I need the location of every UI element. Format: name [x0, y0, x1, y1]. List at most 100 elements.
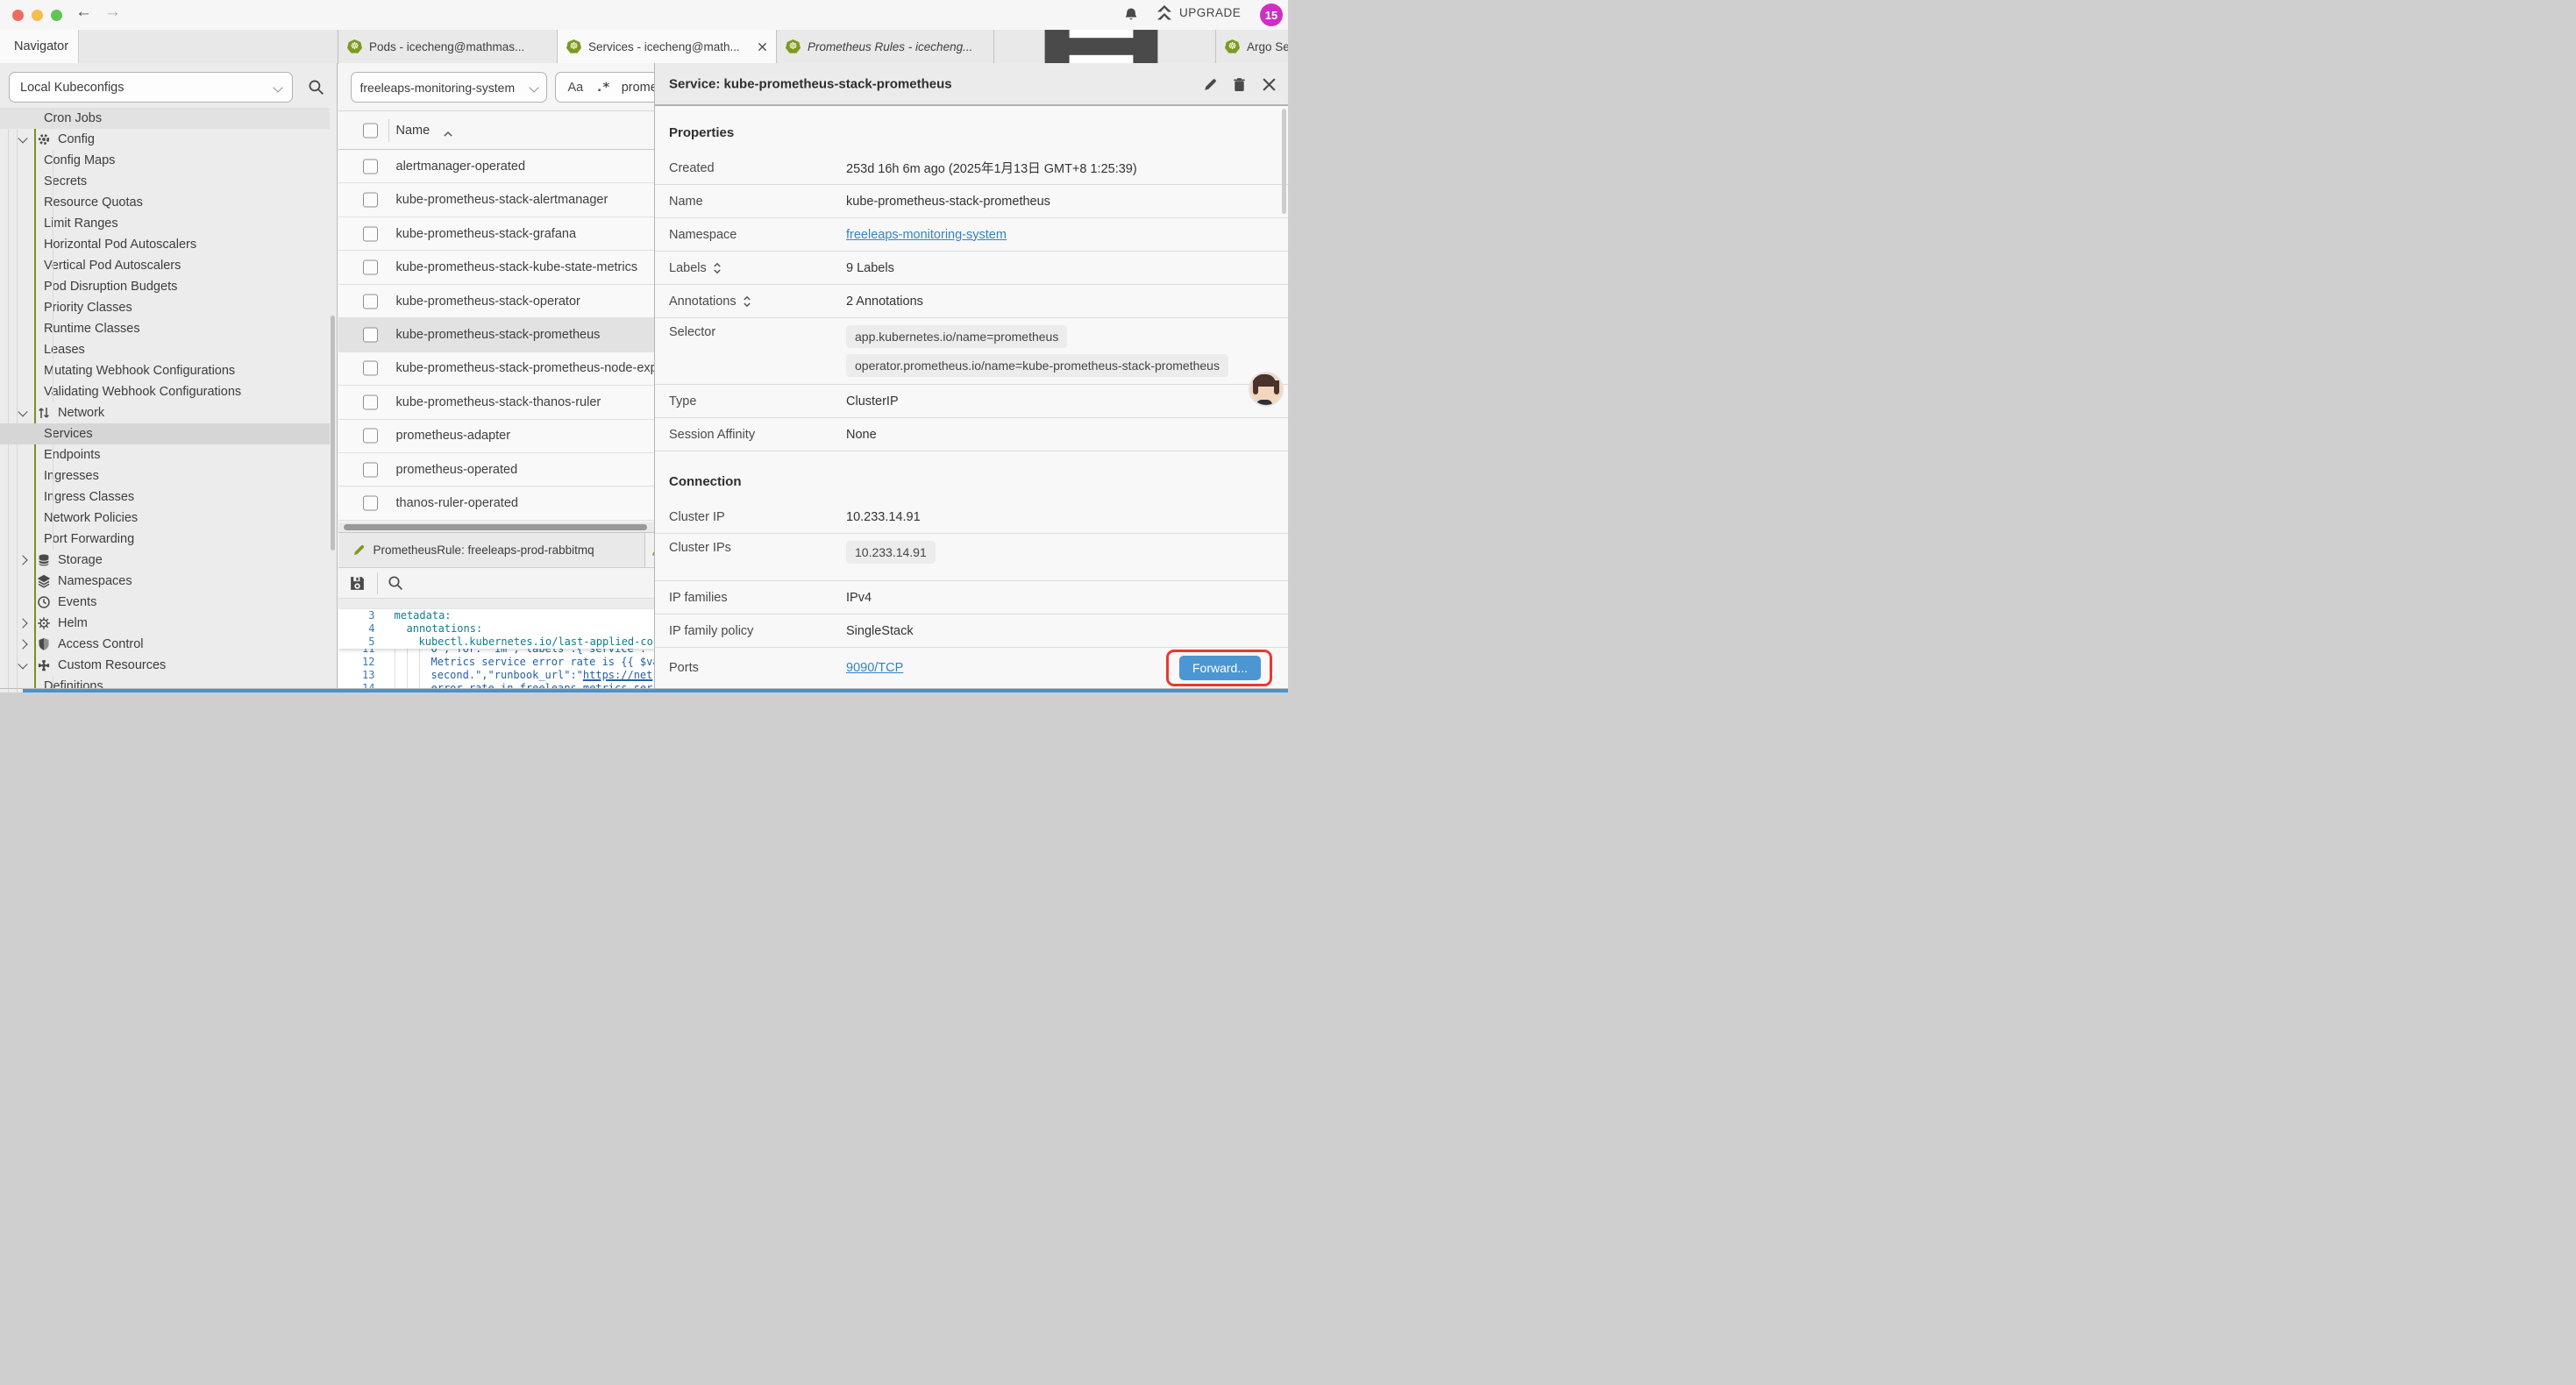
row-checkbox[interactable]: [363, 294, 378, 309]
forward-button[interactable]: Forward...: [1179, 656, 1261, 680]
table-row-kube-prometheus-stack-prometheus[interactable]: kube-prometheus-stack-prometheus: [338, 318, 667, 352]
sidebar-item-horizontal-pod-autoscalers[interactable]: Horizontal Pod Autoscalers: [0, 234, 330, 255]
sidebar-item-leases[interactable]: Leases: [0, 339, 330, 360]
sidebar-item-config-maps[interactable]: Config Maps: [0, 150, 330, 171]
filter-box[interactable]: Aa .* prome: [555, 72, 667, 103]
sidebar-item-access-control[interactable]: Access Control: [0, 634, 330, 655]
scrollbar-thumb[interactable]: [344, 524, 647, 530]
tab-services-icecheng-math[interactable]: ☸Services - icecheng@math...: [558, 30, 777, 63]
chevron-down-icon[interactable]: [18, 133, 27, 143]
delete-trash-icon[interactable]: [1232, 77, 1247, 92]
sidebar-item-network[interactable]: Network: [0, 402, 330, 423]
sidebar-item-secrets[interactable]: Secrets: [0, 171, 330, 192]
row-checkbox[interactable]: [363, 429, 378, 444]
sidebar-item-network-policies[interactable]: Network Policies: [0, 508, 330, 529]
table-row-kube-prometheus-stack-prometheus-node-expor[interactable]: kube-prometheus-stack-prometheus-node-ex…: [338, 352, 667, 386]
row-checkbox[interactable]: [363, 260, 378, 275]
tab-prometheus-rules-icecheng[interactable]: ☸Prometheus Rules - icecheng...: [777, 30, 994, 63]
sidebar-item-namespaces[interactable]: Namespaces: [0, 571, 330, 592]
row-checkbox[interactable]: [363, 226, 378, 241]
search-icon[interactable]: [388, 575, 403, 591]
name-column-header[interactable]: Name: [396, 124, 431, 138]
table-row-thanos-ruler-operated[interactable]: thanos-ruler-operated: [338, 487, 667, 521]
save-icon[interactable]: [349, 575, 366, 592]
sidebar-item-ingresses[interactable]: Ingresses: [0, 465, 330, 487]
edit-pencil-icon[interactable]: [1203, 77, 1218, 92]
sidebar-item-events[interactable]: Events: [0, 592, 330, 613]
tab-pods-icecheng-mathmas[interactable]: ☸Pods - icecheng@mathmas...: [338, 30, 558, 63]
forward-icon[interactable]: →: [104, 3, 121, 22]
sidebar-scrollbar[interactable]: [331, 316, 335, 550]
sidebar-item-validating-webhook-configurations[interactable]: Validating Webhook Configurations: [0, 381, 330, 402]
table-row-kube-prometheus-stack-grafana[interactable]: kube-prometheus-stack-grafana: [338, 217, 667, 251]
table-row-kube-prometheus-stack-thanos-ruler[interactable]: kube-prometheus-stack-thanos-ruler: [338, 386, 667, 419]
chevron-down-icon[interactable]: [18, 659, 27, 669]
close-icon[interactable]: [1262, 77, 1277, 92]
user-avatar[interactable]: [1249, 372, 1284, 407]
sidebar-item-config[interactable]: Config: [0, 129, 330, 150]
row-checkbox[interactable]: [363, 496, 378, 511]
kubeconfig-select[interactable]: Local Kubeconfigs: [9, 72, 293, 103]
save-icon[interactable]: [349, 575, 366, 592]
close-icon[interactable]: [758, 42, 767, 52]
chevron-right-icon[interactable]: [18, 639, 27, 649]
row-checkbox[interactable]: [363, 462, 378, 477]
runbook-link[interactable]: https://net: [583, 669, 652, 681]
row-checkbox[interactable]: [363, 193, 378, 208]
upgrade-button[interactable]: UPGRADE: [1157, 5, 1241, 20]
window-zoom-button[interactable]: [51, 10, 62, 21]
filter-input[interactable]: prome: [622, 81, 658, 95]
sidebar-item-helm[interactable]: Helm: [0, 613, 330, 634]
select-all-checkbox[interactable]: [363, 123, 378, 138]
sidebar-item-pod-disruption-budgets[interactable]: Pod Disruption Budgets: [0, 276, 330, 297]
regex-toggle[interactable]: .*: [595, 81, 608, 95]
chevron-down-icon[interactable]: [18, 407, 27, 416]
row-checkbox[interactable]: [363, 394, 378, 409]
table-row-kube-prometheus-stack-alertmanager[interactable]: kube-prometheus-stack-alertmanager: [338, 183, 667, 217]
bell-icon[interactable]: [1123, 7, 1139, 23]
sidebar-item-vertical-pod-autoscalers[interactable]: Vertical Pod Autoscalers: [0, 255, 330, 276]
search-icon[interactable]: [308, 79, 324, 96]
table-row-prometheus-operated[interactable]: prometheus-operated: [338, 453, 667, 487]
tab-argo-se[interactable]: ☸Argo Se: [1216, 30, 1288, 63]
detail-link[interactable]: freeleaps-monitoring-system: [846, 228, 1007, 242]
tab-release-notes[interactable]: Release Notes: [994, 30, 1216, 63]
sidebar-item-custom-resources[interactable]: Custom Resources: [0, 655, 330, 676]
back-icon[interactable]: ←: [75, 3, 92, 22]
detail-scrollbar[interactable]: [1282, 109, 1286, 214]
sidebar-item-runtime-classes[interactable]: Runtime Classes: [0, 318, 330, 339]
port-link[interactable]: 9090/TCP: [846, 661, 903, 675]
sidebar-item-services[interactable]: Services: [0, 423, 330, 444]
table-row-prometheus-adapter[interactable]: prometheus-adapter: [338, 420, 667, 453]
sidebar-item-port-forwarding[interactable]: Port Forwarding: [0, 529, 330, 550]
notification-count-badge[interactable]: 15: [1260, 4, 1283, 26]
sort-icon[interactable]: [713, 261, 722, 275]
table-horizontal-scrollbar[interactable]: [338, 522, 667, 532]
table-row-kube-prometheus-stack-operator[interactable]: kube-prometheus-stack-operator: [338, 285, 667, 318]
search-icon[interactable]: [388, 575, 403, 591]
notifications-bell-icon[interactable]: [1123, 7, 1139, 23]
sidebar-item-cron-jobs[interactable]: Cron Jobs: [0, 108, 330, 129]
sort-icon[interactable]: [743, 295, 751, 309]
chevron-right-icon[interactable]: [18, 618, 27, 628]
yaml-editor[interactable]: 3metadata:4annotations:5kubectl.kubernet…: [338, 609, 667, 692]
sort-ascending-icon[interactable]: [443, 126, 453, 134]
sidebar-item-endpoints[interactable]: Endpoints: [0, 444, 330, 465]
row-checkbox[interactable]: [363, 327, 378, 342]
sort-ascending-icon[interactable]: [443, 131, 453, 138]
sidebar-item-mutating-webhook-configurations[interactable]: Mutating Webhook Configurations: [0, 360, 330, 381]
tab-navigator[interactable]: Navigator: [0, 30, 79, 63]
window-minimize-button[interactable]: [32, 10, 43, 21]
search-icon[interactable]: [308, 79, 324, 96]
window-close-button[interactable]: [12, 10, 24, 21]
row-checkbox[interactable]: [363, 361, 378, 376]
close-icon[interactable]: [1262, 77, 1277, 92]
sidebar-item-storage[interactable]: Storage: [0, 550, 330, 571]
sidebar-item-resource-quotas[interactable]: Resource Quotas: [0, 192, 330, 213]
sidebar-item-ingress-classes[interactable]: Ingress Classes: [0, 487, 330, 508]
delete-trash-icon[interactable]: [1232, 77, 1247, 92]
table-row-kube-prometheus-stack-kube-state-metrics[interactable]: kube-prometheus-stack-kube-state-metrics: [338, 251, 667, 284]
editor-tab-prometheusrule[interactable]: PrometheusRule: freeleaps-prod-rabbitmq: [339, 533, 645, 567]
match-case-toggle[interactable]: Aa: [568, 81, 584, 95]
row-checkbox[interactable]: [363, 159, 378, 174]
